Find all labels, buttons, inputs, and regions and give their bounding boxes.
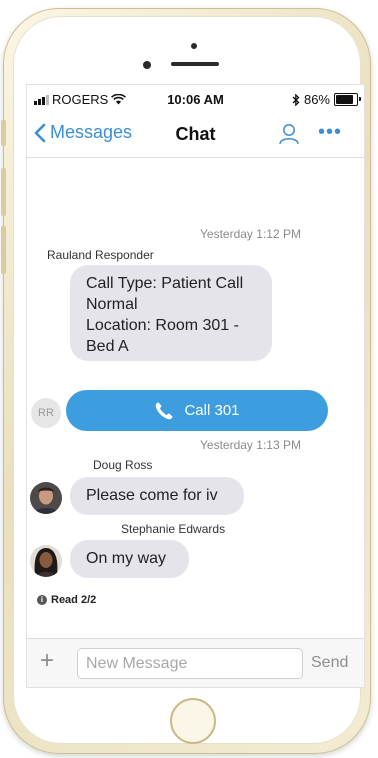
phone-icon [156, 402, 173, 419]
avatar-photo-stephanie [30, 545, 62, 577]
timestamp-time: 1:12 PM [256, 227, 301, 241]
message-line: Location: Room 301 - [86, 317, 239, 334]
contact-button[interactable] [278, 122, 300, 151]
bluetooth-icon [292, 93, 300, 106]
sender-name: Rauland Responder [47, 248, 154, 262]
message-line: Bed A [86, 338, 129, 355]
message-line: Normal [86, 296, 138, 313]
message-input[interactable] [77, 648, 303, 679]
message-composer: + Send [27, 638, 364, 687]
timestamp-day: Yesterday [200, 438, 253, 452]
avatar [30, 545, 62, 577]
message-text: Please come for iv [86, 487, 218, 504]
message-list: Yesterday 1:12 PM Rauland Responder Call… [27, 158, 364, 638]
read-receipt: i Read 2/2 [37, 594, 96, 606]
timestamp-time: 1:13 PM [256, 438, 301, 452]
send-button[interactable]: Send [311, 654, 348, 672]
timestamp-day: Yesterday [200, 227, 253, 241]
battery-percentage: 86% [303, 92, 330, 107]
message-bubble: On my way [70, 540, 189, 578]
battery-icon [334, 93, 361, 106]
page-title: Chat [175, 124, 216, 144]
message-line: Call Type: Patient Call [86, 275, 244, 292]
volume-up-button [1, 168, 6, 216]
info-icon: i [37, 595, 47, 605]
timestamp-1: Yesterday 1:12 PM [27, 227, 364, 241]
more-icon: ••• [318, 121, 343, 143]
sender-name: Stephanie Edwards [121, 522, 226, 536]
call-button-label: Call 301 [184, 402, 240, 419]
add-attachment-button[interactable]: + [40, 649, 54, 673]
volume-down-button [1, 226, 6, 274]
plus-icon: + [40, 647, 55, 674]
front-camera [143, 61, 151, 69]
navigation-bar: Messages Chat ••• [27, 113, 364, 158]
message-bubble: Please come for iv [70, 477, 244, 515]
avatar-photo-doug [30, 482, 62, 514]
sender-name: Doug Ross [93, 458, 153, 472]
message-bubble: Call Type: Patient Call Normal Location:… [70, 265, 272, 361]
battery-fill [336, 95, 354, 104]
read-receipt-text: Read 2/2 [51, 594, 97, 606]
app-screen: ROGERS 10:06 AM 86% Messages Chat ••• Ye… [27, 85, 364, 687]
mute-switch [1, 120, 6, 146]
status-right: 86% [292, 92, 361, 107]
person-icon [279, 124, 299, 145]
home-button[interactable] [170, 698, 216, 744]
call-button[interactable]: Call 301 [66, 390, 328, 431]
status-bar: ROGERS 10:06 AM 86% [27, 85, 364, 113]
earpiece-speaker [171, 62, 219, 66]
timestamp-2: Yesterday 1:13 PM [27, 438, 364, 452]
more-options-button[interactable]: ••• [318, 121, 342, 144]
avatar: RR [31, 398, 61, 428]
proximity-sensor [191, 43, 197, 49]
message-text: On my way [86, 550, 167, 567]
avatar [30, 482, 62, 514]
